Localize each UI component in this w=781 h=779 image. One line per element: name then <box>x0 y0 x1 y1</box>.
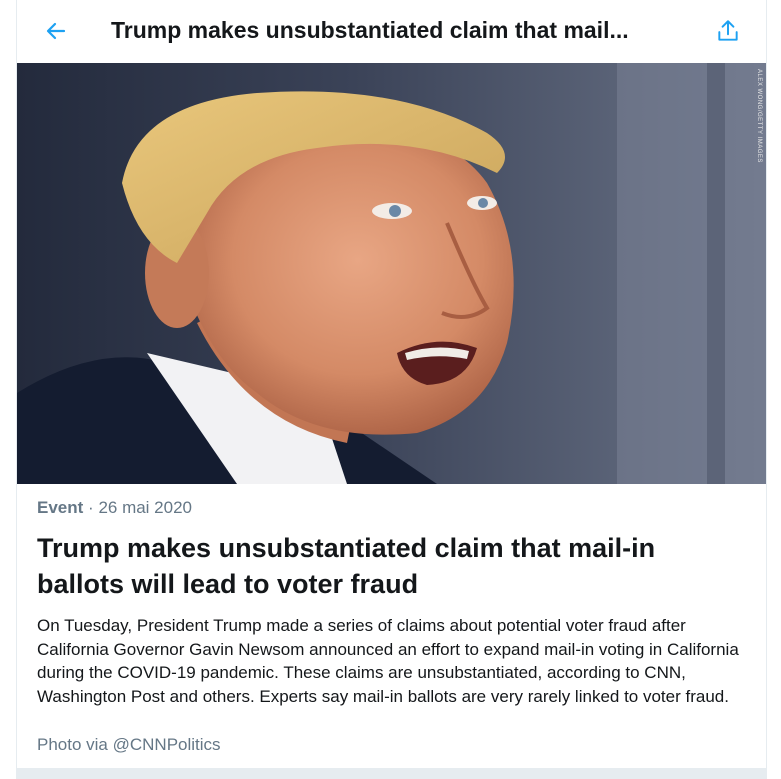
arrow-left-icon <box>46 22 66 40</box>
share-button[interactable] <box>711 14 745 48</box>
event-card: Trump makes unsubstantiated claim that m… <box>16 0 767 779</box>
event-photo[interactable]: ALEX WONG/GETTY IMAGES <box>17 63 766 484</box>
top-bar: Trump makes unsubstantiated claim that m… <box>17 0 766 63</box>
event-meta: Event · 26 mai 2020 <box>37 498 192 518</box>
meta-separator: · <box>88 498 94 517</box>
portrait-image <box>17 63 766 484</box>
photo-attribution[interactable]: Photo via @CNNPolitics <box>37 735 221 755</box>
back-button[interactable] <box>39 14 73 48</box>
share-icon <box>718 20 738 41</box>
photo-credit: ALEX WONG/GETTY IMAGES <box>756 69 762 163</box>
event-headline: Trump makes unsubstantiated claim that m… <box>37 533 656 599</box>
divider <box>17 768 766 779</box>
event-description: On Tuesday, President Trump made a serie… <box>37 616 739 706</box>
event-category: Event <box>37 498 84 517</box>
page-title: Trump makes unsubstantiated claim that m… <box>111 17 629 43</box>
event-date: 26 mai 2020 <box>98 498 193 517</box>
